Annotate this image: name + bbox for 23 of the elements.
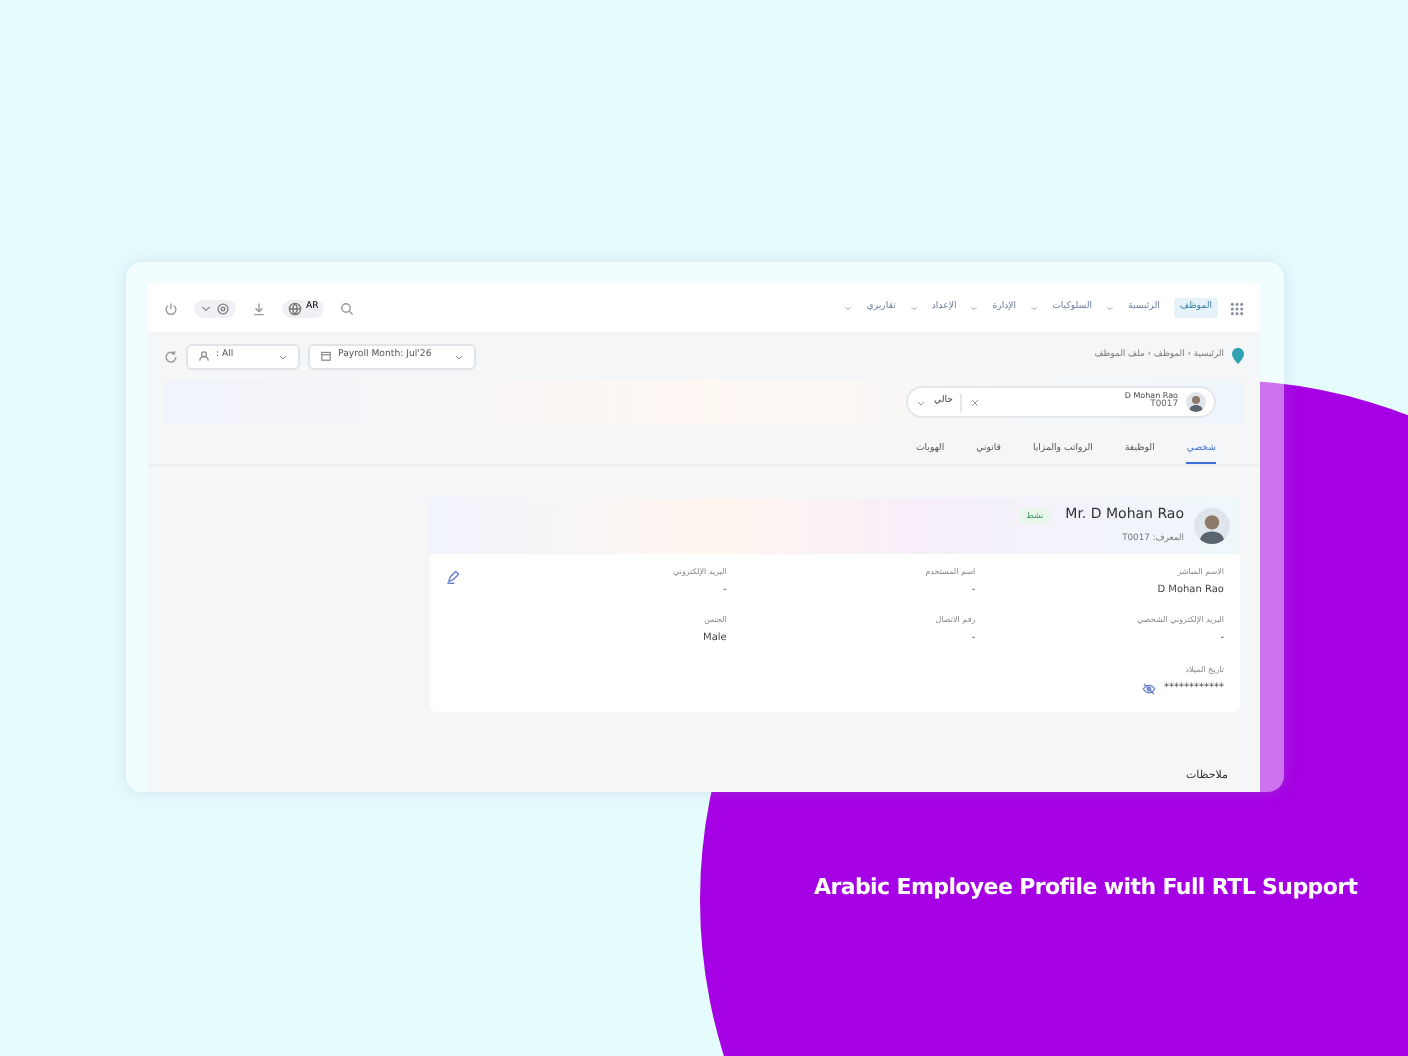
avatar-icon [1194,507,1230,544]
avatar-icon [1186,392,1206,412]
caret-icon[interactable] [909,303,918,312]
grid-icon[interactable] [1230,301,1244,315]
download-icon[interactable] [252,301,266,315]
globe-icon [288,301,302,315]
caret-icon [200,302,212,314]
hidden-eye-icon[interactable] [1142,682,1156,697]
clear-icon[interactable] [970,397,981,407]
caption: Arabic Employee Profile with Full RTL Support [814,872,1358,904]
caret-icon[interactable] [970,303,979,312]
pin-icon [1232,348,1244,364]
calendar-icon [320,350,332,362]
settings-dropdown[interactable] [194,299,236,317]
power-icon[interactable] [164,301,178,315]
refresh-icon[interactable] [164,349,178,363]
caret-icon[interactable] [1030,303,1039,312]
person-icon [198,350,210,362]
edit-icon[interactable] [446,569,460,584]
settings-icon [216,301,230,315]
caret-icon[interactable] [1106,303,1115,312]
search-icon[interactable] [340,301,355,315]
caret-icon[interactable] [844,303,853,312]
